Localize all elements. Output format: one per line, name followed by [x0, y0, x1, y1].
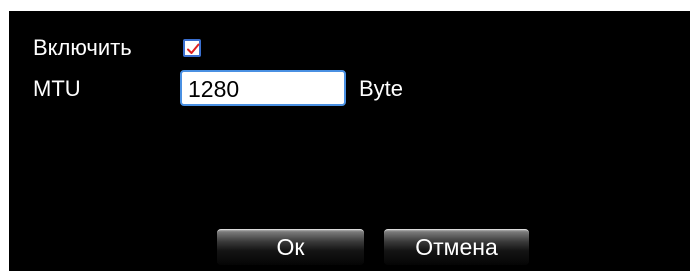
- checkmark-icon: [187, 43, 200, 54]
- mtu-settings-dialog: Включить MTU Byte Ок Отмена: [9, 11, 690, 271]
- ok-button[interactable]: Ок: [217, 229, 364, 265]
- enable-label: Включить: [33, 35, 132, 60]
- unit-label: Byte: [359, 76, 404, 101]
- cancel-button[interactable]: Отмена: [384, 229, 529, 265]
- mtu-input[interactable]: [180, 70, 346, 106]
- mtu-label: MTU: [33, 76, 81, 101]
- enable-checkbox[interactable]: [183, 39, 201, 57]
